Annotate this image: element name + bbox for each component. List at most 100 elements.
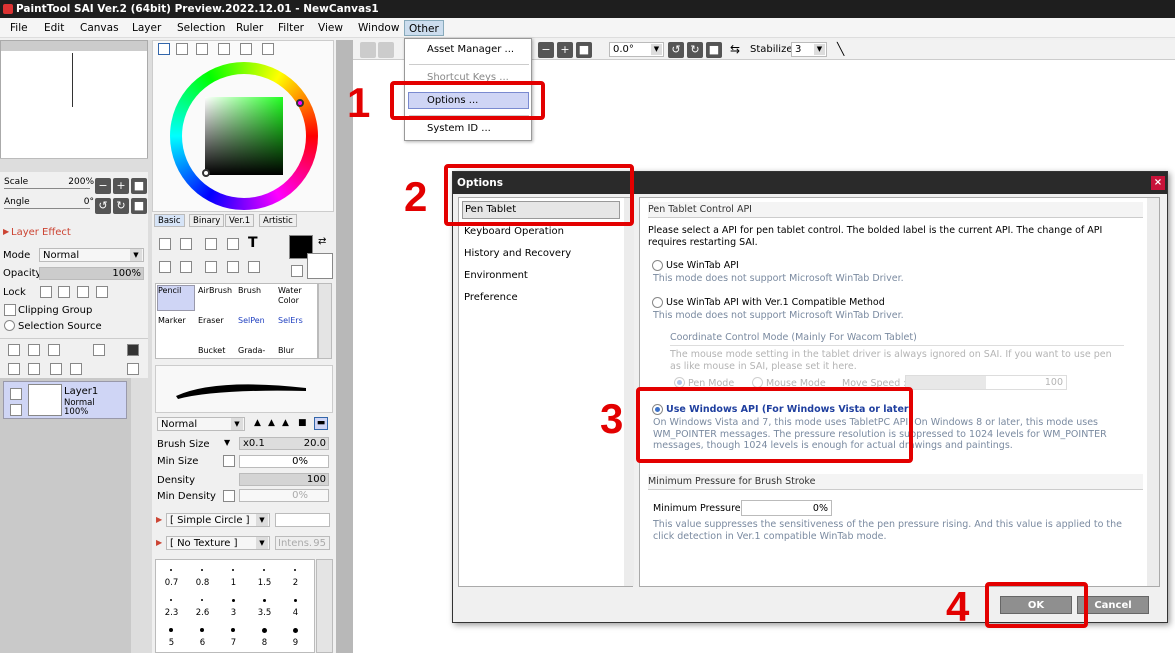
lock-all-icon[interactable] xyxy=(96,286,108,298)
rgb-slider-icon[interactable] xyxy=(176,43,188,55)
swatches-icon[interactable] xyxy=(218,43,230,55)
tab-ver1[interactable]: Ver.1 xyxy=(225,214,255,227)
expand-arrow-icon[interactable]: ▶ xyxy=(156,515,162,524)
transparent-color-icon[interactable] xyxy=(291,265,303,277)
size-presets-scrollbar[interactable] xyxy=(316,559,333,653)
magic-wand-icon[interactable] xyxy=(205,238,217,250)
tool-gradation[interactable]: Grada- xyxy=(238,346,265,356)
shape-square-icon[interactable]: ■ xyxy=(298,418,307,428)
tool-eraser[interactable]: Eraser xyxy=(198,316,224,326)
brush-shape-strength[interactable] xyxy=(275,513,330,527)
tab-artistic[interactable]: Artistic xyxy=(259,214,297,227)
rotate-reset-button[interactable]: ■ xyxy=(706,42,722,58)
size-preset[interactable]: 3.5 xyxy=(249,592,280,620)
menu-window[interactable]: Window xyxy=(354,20,403,36)
layer-mode-select[interactable]: Normal ▼ xyxy=(39,248,144,262)
tools-scrollbar[interactable] xyxy=(318,283,332,359)
layer-mask-icon[interactable] xyxy=(93,344,105,356)
move-speed-slider[interactable]: 100 xyxy=(905,375,1067,390)
chevron-down-icon[interactable]: ▼ xyxy=(224,438,230,447)
tool-marker[interactable]: Marker xyxy=(158,316,186,326)
merge-down-icon[interactable] xyxy=(28,363,40,375)
zoom-out-button[interactable]: − xyxy=(95,178,111,194)
saturation-value-square[interactable] xyxy=(205,97,283,175)
category-environment[interactable]: Environment xyxy=(464,268,528,284)
visibility-eye-icon[interactable] xyxy=(10,388,22,400)
new-layer-icon[interactable] xyxy=(8,344,20,356)
menu-selection[interactable]: Selection xyxy=(173,20,229,36)
lock-transparency-icon[interactable] xyxy=(40,286,52,298)
tool-bucket[interactable]: Bucket xyxy=(198,346,225,356)
lasso-icon[interactable] xyxy=(180,238,192,250)
navigator-scrollbar[interactable] xyxy=(0,158,148,172)
text-tool-icon[interactable]: T xyxy=(248,235,258,251)
layer-effect-header[interactable]: ▶ Layer Effect xyxy=(0,226,148,240)
menu-canvas[interactable]: Canvas xyxy=(76,20,123,36)
size-preset[interactable]: 7 xyxy=(218,622,249,650)
zoom-icon[interactable] xyxy=(180,261,192,273)
eyedropper-icon[interactable] xyxy=(248,261,260,273)
tool-blur[interactable]: Blur xyxy=(278,346,294,356)
category-keyboard-operation[interactable]: Keyboard Operation xyxy=(464,224,564,240)
layer-menu-icon[interactable] xyxy=(127,344,139,356)
zoom-reset-button[interactable]: ■ xyxy=(131,178,147,194)
category-scrollbar[interactable] xyxy=(624,198,634,586)
tool-airbrush[interactable]: AirBrush xyxy=(198,286,232,296)
menu-item-asset-manager[interactable]: Asset Manager ... xyxy=(427,42,514,58)
layer-arrange-icon[interactable] xyxy=(127,363,139,375)
size-preset[interactable]: 8 xyxy=(249,622,280,650)
new-vector-layer-icon[interactable] xyxy=(28,344,40,356)
clear-layer-icon[interactable] xyxy=(50,363,62,375)
density-slider[interactable]: 100 xyxy=(239,473,329,486)
size-preset[interactable]: 0.7 xyxy=(156,562,187,590)
delete-layer-icon[interactable] xyxy=(70,363,82,375)
texture-intensity[interactable]: Intens. 95 xyxy=(275,536,330,550)
menu-layer[interactable]: Layer xyxy=(128,20,165,36)
layer-row[interactable]: Layer1 Normal 100% xyxy=(3,381,127,419)
menu-other[interactable]: Other xyxy=(404,20,444,36)
mixer-icon[interactable] xyxy=(240,43,252,55)
min-size-slider[interactable]: 0% xyxy=(239,455,329,468)
flip-horizontal-icon[interactable]: ⇆ xyxy=(730,42,740,56)
move-icon[interactable] xyxy=(159,261,171,273)
rotate-icon[interactable] xyxy=(205,261,217,273)
selection-source-radio[interactable] xyxy=(4,320,15,331)
clipping-group-checkbox[interactable] xyxy=(4,304,16,316)
zoom-reset-button[interactable]: ■ xyxy=(576,42,592,58)
brush-blend-select[interactable]: Normal ▼ xyxy=(157,417,245,431)
size-preset[interactable]: 0.8 xyxy=(187,562,218,590)
size-preset[interactable]: 9 xyxy=(280,622,311,650)
expand-arrow-icon[interactable]: ▶ xyxy=(156,538,162,547)
tool-water-color[interactable]: Water Color xyxy=(278,286,302,306)
menu-edit[interactable]: Edit xyxy=(40,20,68,36)
rotate-left-button[interactable]: ↺ xyxy=(668,42,684,58)
min-density-checkbox[interactable] xyxy=(223,490,235,502)
size-preset[interactable]: 2.6 xyxy=(187,592,218,620)
rotation-input[interactable]: 0.0° ▼ xyxy=(609,42,664,57)
size-preset[interactable]: 1 xyxy=(218,562,249,590)
zoom-out-button[interactable]: − xyxy=(538,42,554,58)
rotate-left-button[interactable]: ↺ xyxy=(95,198,111,214)
wintab-compat-radio[interactable] xyxy=(652,297,663,308)
size-preset[interactable]: 6 xyxy=(187,622,218,650)
toolbar-button[interactable] xyxy=(360,42,376,58)
content-scrollbar[interactable] xyxy=(1147,198,1159,586)
close-icon[interactable]: × xyxy=(1151,176,1165,190)
scratchpad-icon[interactable] xyxy=(262,43,274,55)
stabilizer-select[interactable]: 3 ▼ xyxy=(791,42,827,57)
category-history-recovery[interactable]: History and Recovery xyxy=(464,246,571,262)
size-preset[interactable]: 4 xyxy=(280,592,311,620)
rotate-reset-button[interactable]: ■ xyxy=(131,198,147,214)
swap-colors-icon[interactable]: ⇄ xyxy=(318,236,326,247)
shape-dome-icon[interactable]: ▲ xyxy=(282,418,289,428)
zoom-in-button[interactable]: + xyxy=(557,42,573,58)
rotate-right-button[interactable]: ↻ xyxy=(113,198,129,214)
shape-flat-icon[interactable]: ▬ xyxy=(314,417,328,430)
size-preset[interactable]: 2 xyxy=(280,562,311,590)
tab-binary[interactable]: Binary xyxy=(189,214,225,227)
navigator-preview[interactable] xyxy=(0,40,148,172)
transfer-down-icon[interactable] xyxy=(8,363,20,375)
tool-brush[interactable]: Brush xyxy=(238,286,261,296)
background-color-swatch[interactable] xyxy=(307,253,333,279)
shape-icon[interactable] xyxy=(227,238,239,250)
